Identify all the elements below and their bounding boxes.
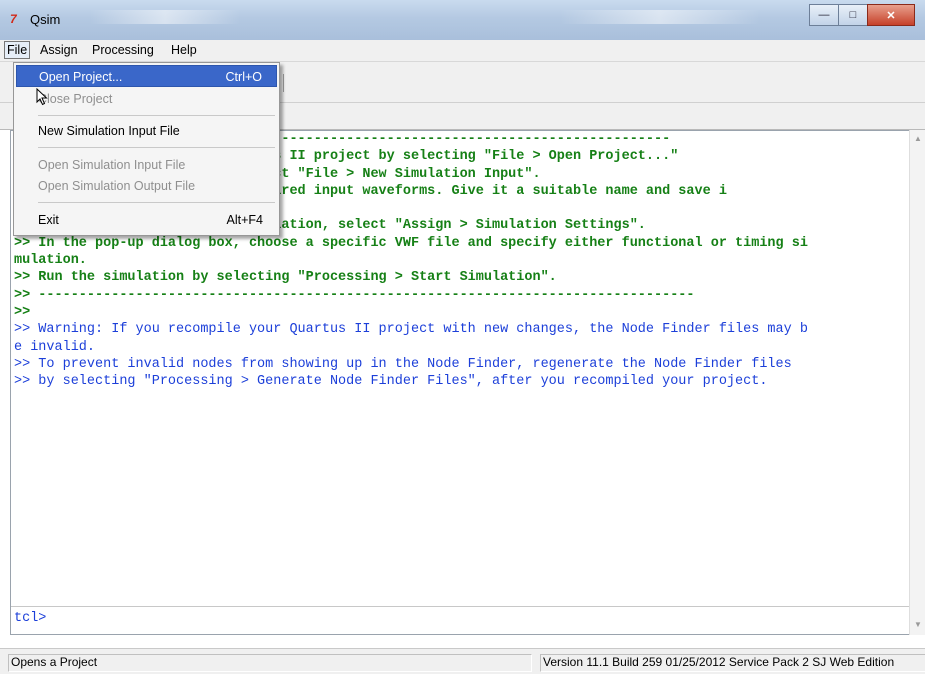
blurred-title-area-2 [560, 10, 760, 24]
console-scrollbar[interactable]: ▲ ▼ [909, 130, 925, 635]
close-icon: ✕ [886, 9, 896, 22]
version-info: Version 11.1 Build 259 01/25/2012 Servic… [540, 654, 925, 672]
file-menu-dropdown: Open Project... Ctrl+O Close Project New… [13, 62, 280, 236]
console-line: >> -------------------------------------… [14, 287, 695, 303]
menu-item-close-project[interactable]: Close Project [16, 88, 277, 110]
tcl-prompt[interactable]: tcl> [14, 611, 46, 626]
menu-item-label: New Simulation Input File [38, 124, 180, 138]
console-line: >> [14, 304, 31, 320]
maximize-button[interactable]: □ [838, 4, 868, 26]
menu-separator [38, 115, 275, 116]
mouse-cursor-icon [36, 88, 48, 106]
status-bar: Opens a Project Version 11.1 Build 259 0… [0, 648, 925, 674]
menu-item-label: Close Project [38, 92, 113, 106]
menu-item-exit[interactable]: Exit Alt+F4 [16, 209, 277, 231]
toolbar-separator [283, 74, 284, 92]
menu-item-open-project[interactable]: Open Project... Ctrl+O [16, 65, 277, 87]
console-line: >> In the pop-up dialog box, choose a sp… [14, 235, 808, 251]
menu-assign[interactable]: Assign [37, 43, 81, 57]
scroll-down-arrow-icon[interactable]: ▼ [914, 620, 922, 629]
minimize-icon: — [818, 9, 830, 21]
console-line: >> To prevent invalid nodes from showing… [14, 356, 792, 372]
menu-separator [38, 202, 275, 203]
console-divider [11, 606, 909, 607]
console-line: mulation. [14, 253, 87, 269]
qsim-app-icon: 7 [10, 12, 17, 26]
blurred-title-area [90, 10, 240, 24]
console-line: >> Run the simulation by selecting "Proc… [14, 270, 557, 286]
menu-item-label: Open Simulation Output File [38, 179, 196, 193]
menu-item-label: Exit [38, 213, 59, 227]
menu-file[interactable]: File [4, 41, 31, 59]
window-title: Qsim [30, 12, 61, 27]
scroll-up-arrow-icon[interactable]: ▲ [914, 134, 922, 143]
menu-item-label: Open Simulation Input File [38, 158, 186, 172]
menu-processing[interactable]: Processing [89, 43, 157, 57]
menu-item-new-simulation-input[interactable]: New Simulation Input File [16, 120, 277, 142]
console-line: >> Warning: If you recompile your Quartu… [14, 322, 808, 338]
menu-item-shortcut: Ctrl+O [225, 70, 262, 84]
menu-help[interactable]: Help [168, 43, 200, 57]
title-bar: 7 Qsim — □ ✕ [0, 0, 925, 41]
menu-item-label: Open Project... [39, 70, 123, 84]
menu-separator [38, 147, 275, 148]
minimize-button[interactable]: — [809, 4, 839, 26]
menu-item-shortcut: Alt+F4 [226, 213, 263, 227]
console-line: e invalid. [14, 339, 96, 355]
console-line: >> by selecting "Processing > Generate N… [14, 374, 768, 390]
menu-item-open-simulation-output[interactable]: Open Simulation Output File [16, 175, 277, 197]
menu-bar: File Assign Processing Help [0, 40, 925, 62]
maximize-icon: □ [849, 9, 857, 21]
window-controls: — □ ✕ [809, 4, 915, 26]
status-message: Opens a Project [8, 654, 532, 672]
menu-item-open-simulation-input[interactable]: Open Simulation Input File [16, 154, 277, 176]
close-button[interactable]: ✕ [867, 4, 915, 26]
